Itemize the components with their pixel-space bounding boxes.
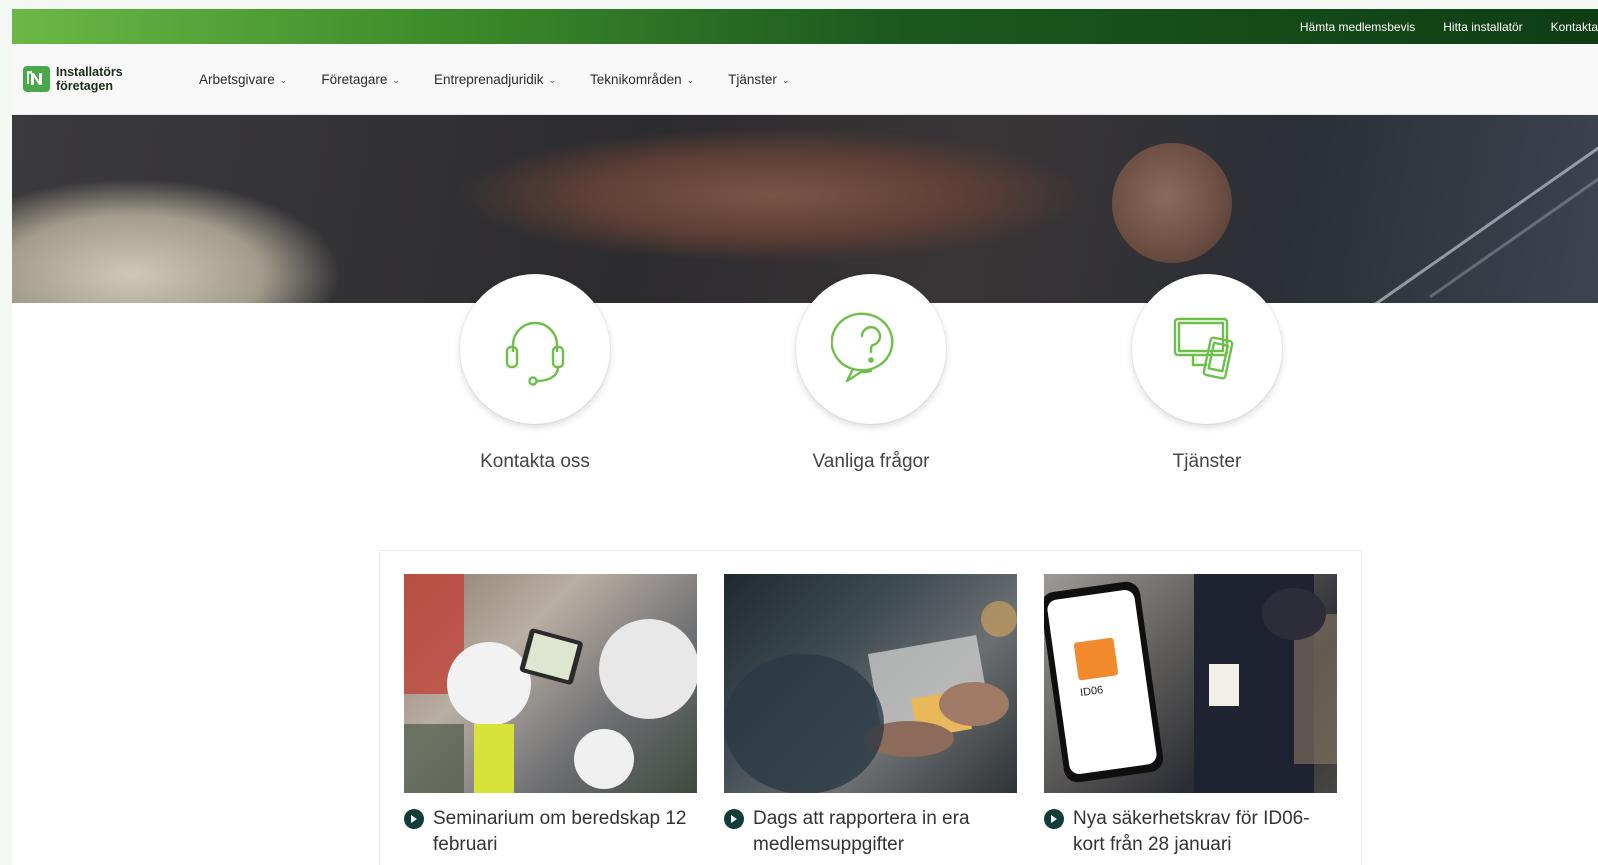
news-card-title: Dags att rapportera in era medlemsuppgif… [724,806,1017,858]
arrow-bullet-icon [1044,809,1064,829]
nav-menu: Arbetsgivare ⌄ Företagare ⌄ Entreprenadj… [199,44,789,115]
nav-item-entreprenadjuridik[interactable]: Entreprenadjuridik ⌄ [434,72,556,87]
nav-item-label: Tjänster [728,72,777,87]
quick-link-circle [1132,274,1282,424]
quick-link-services[interactable]: Tjänster [1127,274,1287,473]
nav-item-label: Arbetsgivare [199,72,275,87]
chevron-down-icon: ⌄ [548,75,557,85]
devices-icon [1173,317,1234,380]
arrow-bullet-icon [404,809,424,829]
chevron-down-icon: ⌄ [279,75,288,85]
news-card[interactable]: Seminarium om beredskap 12 februari [404,574,697,858]
chevron-down-icon: ⌄ [781,75,790,85]
quick-link-label: Tjänster [1172,451,1242,472]
quick-link-circle [796,274,946,424]
logo-icon [23,66,50,92]
news-section: Seminarium om beredskap 12 februari Dags… [379,550,1362,865]
quick-link-circle [460,274,610,424]
nav-item-teknikomraden[interactable]: Teknikområden ⌄ [590,72,694,87]
news-card-image: ID06 [1044,574,1337,793]
logo-text: Installatörs företagen [56,65,123,93]
quick-link-faq[interactable]: Vanliga frågor [791,274,951,473]
news-card-image [724,574,1017,793]
news-card[interactable]: Dags att rapportera in era medlemsuppgif… [724,574,1017,858]
quick-link-label: Kontakta oss [480,451,590,472]
news-card-title-text: Dags att rapportera in era medlemsuppgif… [753,808,970,855]
chevron-down-icon: ⌄ [686,75,695,85]
page: Hämta medlemsbevis Hitta installatör Kon… [12,9,1598,865]
nav-item-label: Teknikområden [590,72,682,87]
news-card[interactable]: ID06 Nya säkerhetskrav för ID06-kort frå… [1044,574,1337,858]
utility-links: Hämta medlemsbevis Hitta installatör Kon… [1300,9,1598,44]
nav-item-tjanster[interactable]: Tjänster ⌄ [728,72,789,87]
quick-link-contact[interactable]: Kontakta oss [455,274,615,473]
nav-item-label: Företagare [321,72,388,87]
logo-line-1: Installatörs [56,65,123,79]
quick-links: Kontakta oss Vanliga frågor Tjänster [12,274,1598,494]
site-logo[interactable]: Installatörs företagen [23,65,123,93]
contact-link[interactable]: Kontakta oss [1551,20,1598,34]
nav-item-foretagare[interactable]: Företagare ⌄ [321,72,400,87]
news-card-title: Seminarium om beredskap 12 februari [404,806,697,858]
question-bubble-icon [831,312,894,383]
chevron-down-icon: ⌄ [392,75,400,85]
news-card-image [404,574,697,793]
news-card-title: Nya säkerhetskrav för ID06-kort från 28 … [1044,806,1337,858]
hero-thumb-shape [1112,143,1232,263]
logo-line-2: företagen [56,79,113,93]
utility-bar: Hämta medlemsbevis Hitta installatör Kon… [12,9,1598,44]
arrow-bullet-icon [724,809,744,829]
nav-item-label: Entreprenadjuridik [433,72,544,87]
main-nav: Installatörs företagen Arbetsgivare ⌄ Fö… [12,44,1598,115]
news-card-title-text: Seminarium om beredskap 12 februari [433,808,687,855]
quick-link-label: Vanliga frågor [812,451,930,472]
find-installer-link[interactable]: Hitta installatör [1443,20,1522,34]
news-card-title-text: Nya säkerhetskrav för ID06-kort från 28 … [1073,808,1310,855]
headset-icon [505,321,565,386]
nav-item-arbetsgivare[interactable]: Arbetsgivare ⌄ [199,72,287,87]
member-proof-link[interactable]: Hämta medlemsbevis [1300,20,1415,34]
